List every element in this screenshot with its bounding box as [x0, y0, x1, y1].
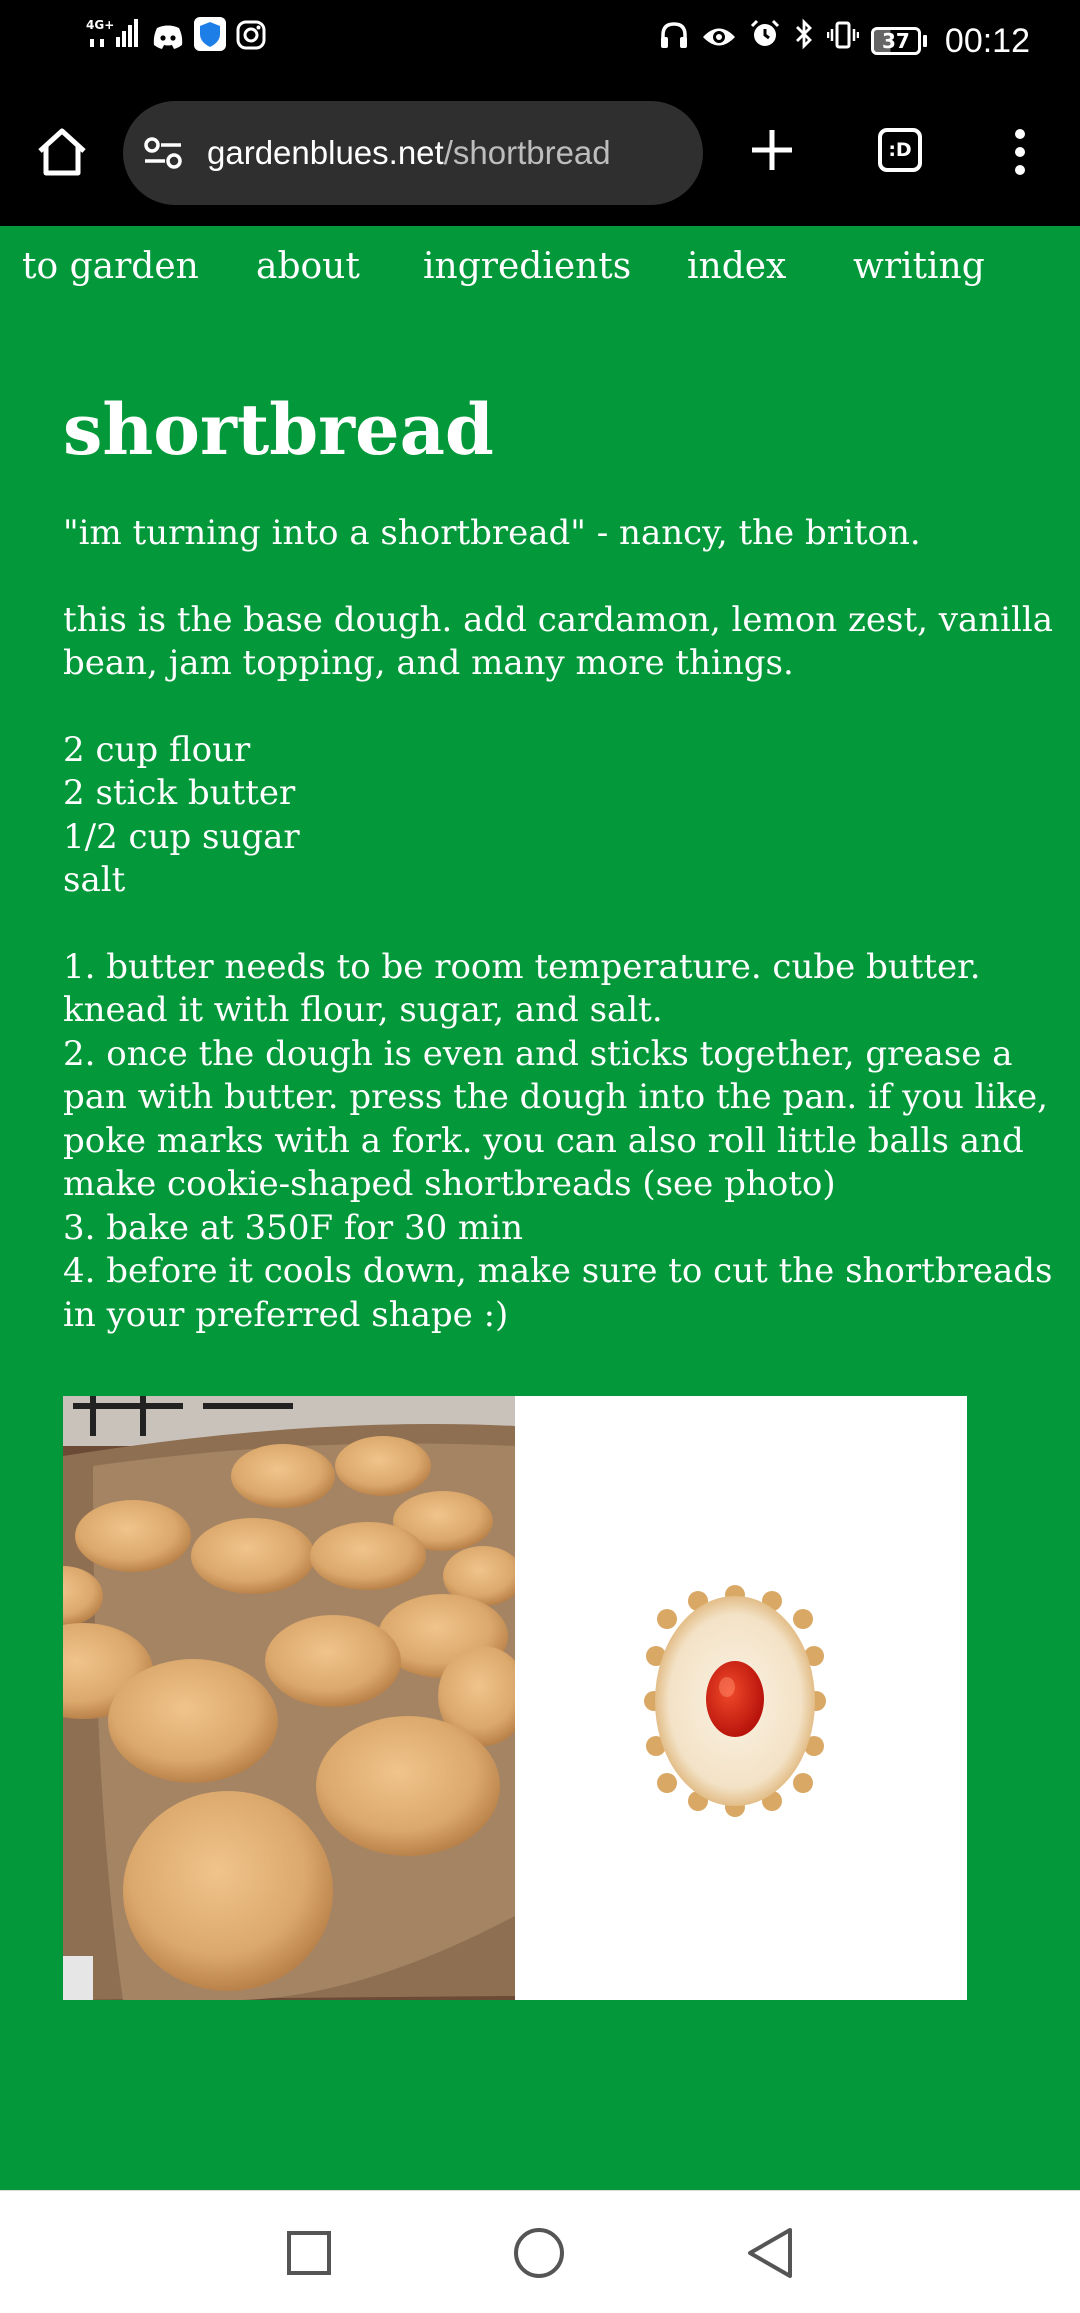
home-nav-button[interactable]	[511, 2225, 567, 2281]
jam-cookie-photo	[515, 1396, 967, 2000]
instagram-icon	[236, 18, 266, 64]
battery-icon: 37	[870, 27, 927, 55]
alarm-icon	[749, 18, 781, 64]
nav-link-ingredients[interactable]: ingredients	[423, 246, 631, 287]
recipe-photos	[63, 1396, 967, 2000]
back-button[interactable]	[742, 2225, 798, 2281]
address-bar[interactable]: gardenblues.net/shortbread	[123, 101, 703, 205]
vibrate-icon	[826, 18, 860, 64]
url-domain: gardenblues.net	[207, 134, 444, 171]
nav-link-writing[interactable]: writing	[853, 246, 985, 287]
ingredient-item: 1/2 cup sugar	[63, 816, 300, 857]
square-icon	[287, 2231, 331, 2275]
shield-icon	[194, 17, 226, 65]
ingredient-list: 2 cup flour 2 stick butter 1/2 cup sugar…	[63, 729, 1080, 903]
system-nav-bar	[0, 2190, 1080, 2313]
signal-icon: 4G+	[86, 17, 142, 65]
bluetooth-icon	[793, 18, 815, 64]
shortbread-tray-photo	[63, 1396, 515, 2000]
step-item: 4. before it cools down, make sure to cu…	[63, 1251, 1064, 1335]
ingredient-item: 2 stick butter	[63, 773, 296, 813]
site-nav: to garden about ingredients index writin…	[0, 226, 1080, 312]
ingredient-item: salt	[63, 860, 126, 900]
status-bar: 4G+ 37 00:12	[0, 0, 1080, 82]
ingredient-item: 2 cup flour	[63, 729, 251, 770]
clock: 00:12	[944, 21, 1030, 60]
step-item: 3. bake at 350F for 30 min	[63, 1207, 524, 1248]
new-tab-button[interactable]	[740, 118, 804, 182]
nav-link-about[interactable]: about	[256, 246, 360, 287]
steps-list: 1. butter needs to be room temperature. …	[63, 946, 1080, 1338]
more-menu-icon[interactable]	[1000, 120, 1040, 184]
url-text[interactable]: gardenblues.net/shortbread	[207, 134, 611, 172]
url-path: /shortbread	[443, 134, 611, 171]
quote: "im turning into a shortbread" - nancy, …	[63, 513, 921, 553]
browser-toolbar: gardenblues.net/shortbread :D	[0, 82, 1080, 226]
home-button[interactable]	[30, 120, 94, 184]
site-settings-icon[interactable]	[141, 131, 185, 175]
network-type: 4G+	[86, 18, 114, 32]
recents-button[interactable]	[281, 2225, 337, 2281]
tab-count: :D	[878, 128, 922, 172]
nav-link-index[interactable]: index	[687, 246, 786, 287]
eye-icon	[701, 18, 737, 64]
nav-link-to-garden[interactable]: to garden	[22, 246, 199, 287]
headphones-icon	[659, 18, 689, 64]
battery-level: 37	[870, 27, 921, 55]
discord-icon	[152, 18, 184, 64]
plus-icon	[752, 130, 792, 170]
page-title: shortbread	[63, 388, 494, 471]
main-content: shortbread "im turning into a shortbread…	[63, 370, 1080, 1337]
back-triangle-icon	[748, 2228, 792, 2278]
tab-switcher-button[interactable]: :D	[870, 120, 930, 180]
intro-text: this is the base dough. add cardamon, le…	[63, 599, 1064, 684]
home-icon	[38, 128, 86, 176]
step-item: 2. once the dough is even and sticks tog…	[63, 1033, 1059, 1205]
circle-icon	[514, 2228, 564, 2278]
step-item: 1. butter needs to be room temperature. …	[63, 946, 992, 1031]
